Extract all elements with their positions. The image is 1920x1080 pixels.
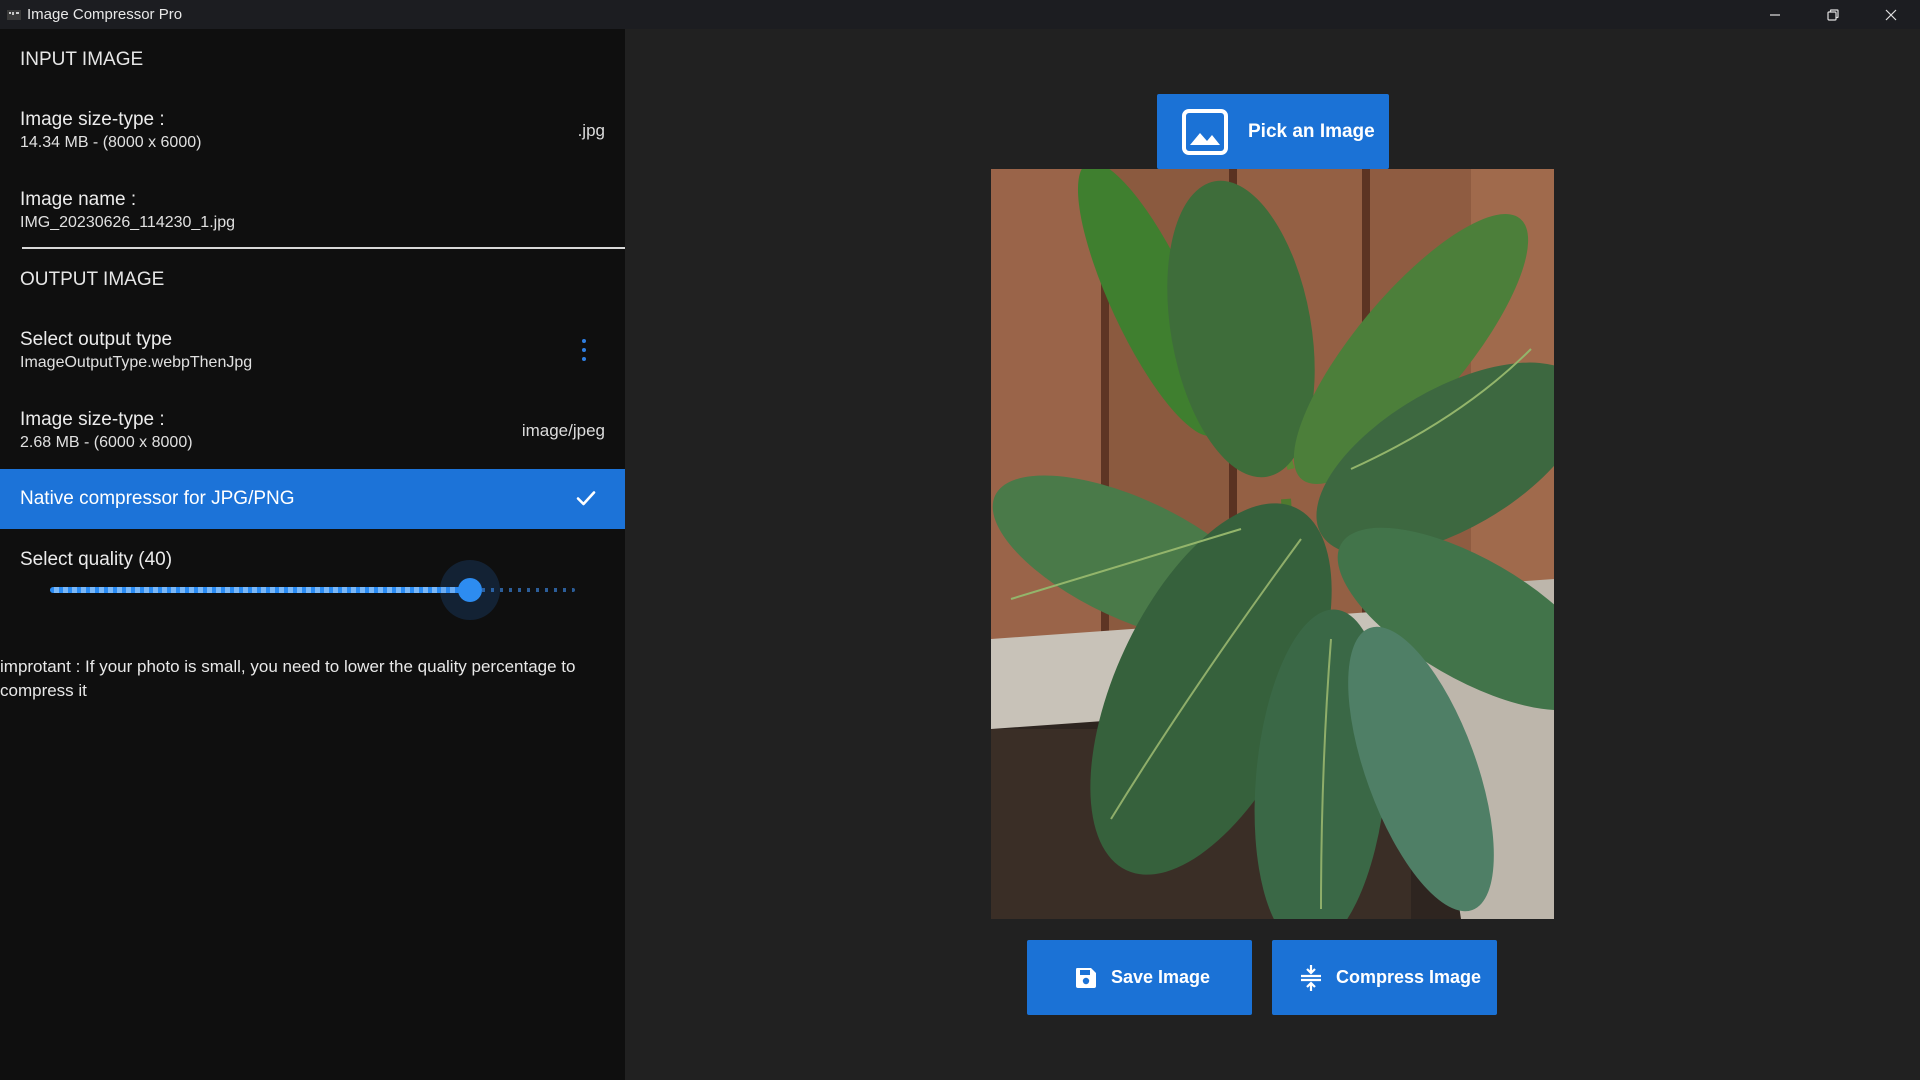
more-options-icon[interactable] [581,339,587,361]
compress-icon [1298,964,1324,991]
checkmark-icon [576,491,596,506]
save-image-label: Save Image [1111,967,1211,987]
minimize-button[interactable] [1746,0,1804,29]
output-size-type-title: Image size-type : [20,409,165,430]
preview-panel: Pick an Image Save Image Compress Image [625,29,1920,1080]
title-bar: Image Compressor Pro [0,0,1920,29]
image-icon [1181,108,1229,156]
output-type-value: ImageOutputType.webpThenJpg [20,354,253,371]
minimize-icon [1770,13,1780,16]
window-controls [1746,0,1920,29]
image-preview [991,169,1554,919]
close-button[interactable] [1862,0,1920,29]
window-title: Image Compressor Pro [27,6,183,23]
output-type-title: Select output type [20,329,173,350]
compress-image-button[interactable]: Compress Image [1272,940,1497,1015]
slider-active-track [50,587,470,593]
input-size-type-title: Image size-type : [20,109,165,130]
restore-icon [1827,8,1839,21]
native-compressor-toggle[interactable]: Native compressor for JPG/PNG [0,469,625,529]
app-icon [6,7,22,23]
native-compressor-label: Native compressor for JPG/PNG [20,488,295,509]
quality-slider[interactable] [50,560,575,620]
save-icon [1073,965,1099,991]
quality-note: improtant : If your photo is small, you … [0,657,576,700]
quality-label: Select quality (40) [20,549,173,570]
section-divider [22,247,625,249]
pick-image-button[interactable]: Pick an Image [1157,94,1389,169]
save-image-button[interactable]: Save Image [1027,940,1252,1015]
input-name-value: IMG_20230626_114230_1.jpg [20,214,235,231]
compress-image-label: Compress Image [1336,967,1482,987]
input-extension: .jpg [577,121,605,140]
slider-thumb[interactable] [458,578,482,602]
close-icon [1885,9,1897,20]
settings-panel: INPUT IMAGE Image size-type : 14.34 MB -… [0,29,625,1080]
output-size-type-value: 2.68 MB - (6000 x 8000) [20,434,193,451]
output-image-header: OUTPUT IMAGE [20,269,165,290]
input-name-title: Image name : [20,189,137,210]
input-image-header: INPUT IMAGE [20,49,144,70]
restore-button[interactable] [1804,0,1862,29]
output-mime-type: image/jpeg [521,421,605,440]
input-size-type-value: 14.34 MB - (8000 x 6000) [20,134,202,151]
pick-image-label: Pick an Image [1248,120,1375,142]
